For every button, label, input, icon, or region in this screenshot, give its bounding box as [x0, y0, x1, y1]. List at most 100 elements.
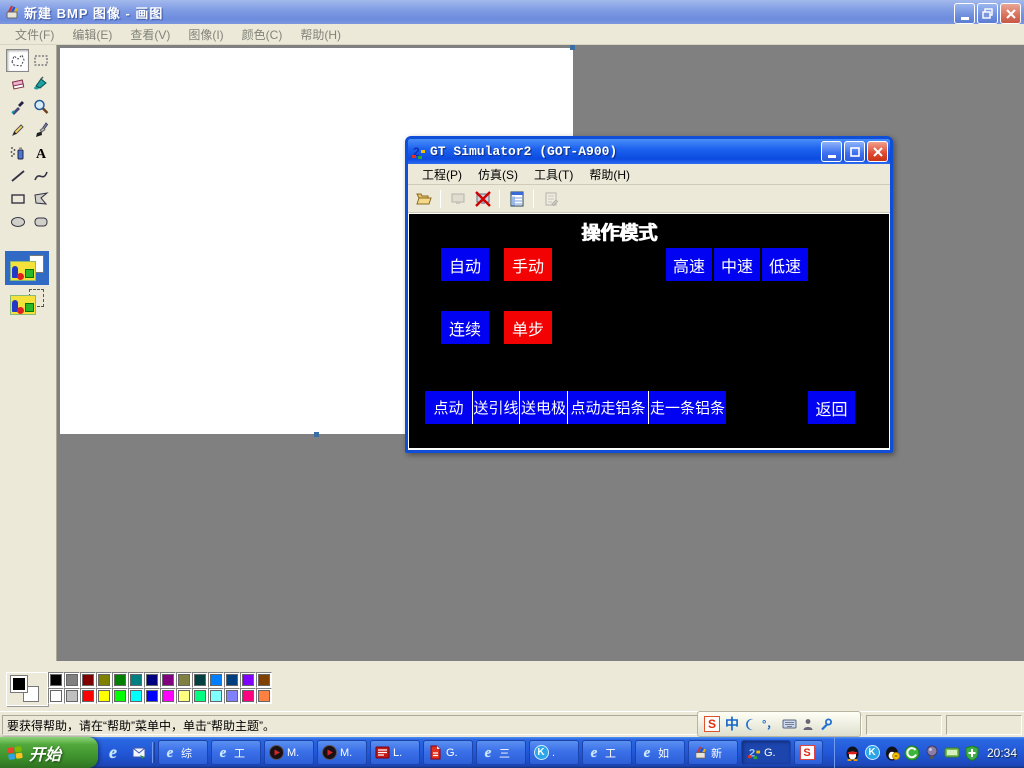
qq-music-icon[interactable]: [884, 745, 900, 761]
palette-color[interactable]: [256, 688, 272, 704]
menu-help[interactable]: 帮助(H): [291, 24, 350, 45]
tool-line[interactable]: [6, 164, 29, 187]
palette-color[interactable]: [144, 688, 160, 704]
palette-color[interactable]: [192, 672, 208, 688]
kugou-icon[interactable]: K: [864, 745, 880, 761]
clock[interactable]: 20:34: [987, 746, 1017, 760]
gt-titlebar[interactable]: 2 GT Simulator2 (GOT-A900): [408, 139, 890, 164]
palette-color[interactable]: [144, 672, 160, 688]
hmi-button-mid-speed[interactable]: 中速: [714, 248, 760, 281]
taskbar-button[interactable]: 新: [688, 740, 738, 765]
palette-color[interactable]: [128, 672, 144, 688]
taskbar-button-active[interactable]: 2G.: [741, 740, 791, 765]
taskbar-grip[interactable]: [152, 742, 155, 763]
fullwidth-moon-icon[interactable]: [744, 718, 757, 731]
option-opaque-selection[interactable]: [5, 251, 49, 285]
taskbar-button[interactable]: e综: [158, 740, 208, 765]
quick-launch-mail[interactable]: [128, 741, 150, 763]
device-monitor-button[interactable]: [505, 187, 528, 210]
hmi-button-continuous[interactable]: 连续: [441, 311, 489, 344]
palette-color[interactable]: [80, 688, 96, 704]
tool-curve[interactable]: [29, 164, 52, 187]
palette-color[interactable]: [192, 688, 208, 704]
tool-ellipse[interactable]: [6, 210, 29, 233]
taskbar-button[interactable]: L.: [370, 740, 420, 765]
paint-close-button[interactable]: [1000, 3, 1021, 24]
network-card-icon[interactable]: [944, 745, 960, 761]
webcam-icon[interactable]: [924, 745, 940, 761]
tool-pencil[interactable]: [6, 118, 29, 141]
hmi-button-jog-move-bar[interactable]: 点动走铝条: [568, 391, 648, 424]
palette-color[interactable]: [240, 688, 256, 704]
taskbar-button[interactable]: S: [794, 740, 823, 765]
simulate-stop-button[interactable]: [471, 187, 494, 210]
tool-select[interactable]: [29, 49, 52, 72]
tool-magnifier[interactable]: [29, 95, 52, 118]
hmi-button-move-one-bar[interactable]: 走一条铝条: [649, 391, 726, 424]
palette-color[interactable]: [128, 688, 144, 704]
paint-restore-button[interactable]: [977, 3, 998, 24]
tool-rounded-rectangle[interactable]: [29, 210, 52, 233]
menu-edit[interactable]: 编辑(E): [63, 24, 121, 45]
gt-menu-tools[interactable]: 工具(T): [526, 164, 581, 185]
menu-file[interactable]: 文件(F): [6, 24, 63, 45]
hmi-button-manual[interactable]: 手动: [504, 248, 552, 281]
palette-color[interactable]: [240, 672, 256, 688]
taskbar-button[interactable]: e工: [582, 740, 632, 765]
palette-color[interactable]: [96, 688, 112, 704]
palette-color[interactable]: [208, 672, 224, 688]
taskbar-button[interactable]: e工: [211, 740, 261, 765]
canvas-resize-handle[interactable]: [314, 432, 319, 437]
tool-rectangle[interactable]: [6, 187, 29, 210]
taskbar-button[interactable]: G.: [423, 740, 473, 765]
hmi-button-feed-lead-wire[interactable]: 送引线: [473, 391, 519, 424]
tool-fill-with-color[interactable]: [29, 72, 52, 95]
gt-maximize-button[interactable]: [844, 141, 865, 162]
palette-color[interactable]: [208, 688, 224, 704]
taskbar-button[interactable]: K.: [529, 740, 579, 765]
hmi-button-return[interactable]: 返回: [808, 391, 855, 424]
palette-color[interactable]: [160, 688, 176, 704]
palette-color[interactable]: [48, 688, 64, 704]
tool-text[interactable]: A: [29, 141, 52, 164]
hmi-button-single-step[interactable]: 单步: [504, 311, 552, 344]
gt-minimize-button[interactable]: [821, 141, 842, 162]
gt-menu-help[interactable]: 帮助(H): [581, 164, 638, 185]
tool-brush[interactable]: [29, 118, 52, 141]
palette-color[interactable]: [256, 672, 272, 688]
palette-color[interactable]: [96, 672, 112, 688]
palette-color[interactable]: [112, 672, 128, 688]
taskbar-button[interactable]: M.: [317, 740, 367, 765]
tool-pick-color[interactable]: [6, 95, 29, 118]
chinese-mode-icon[interactable]: 中: [725, 714, 739, 734]
palette-color[interactable]: [64, 672, 80, 688]
menu-colors[interactable]: 颜色(C): [233, 24, 292, 45]
hmi-button-auto[interactable]: 自动: [441, 248, 489, 281]
soft-keyboard-icon[interactable]: [782, 718, 797, 730]
menu-view[interactable]: 查看(V): [121, 24, 179, 45]
palette-color[interactable]: [224, 688, 240, 704]
gt-menu-project[interactable]: 工程(P): [414, 164, 470, 185]
shield-icon[interactable]: [964, 745, 980, 761]
skin-icon[interactable]: [802, 718, 814, 731]
palette-color[interactable]: [176, 688, 192, 704]
palette-color[interactable]: [160, 672, 176, 688]
hmi-button-low-speed[interactable]: 低速: [762, 248, 808, 281]
sogou-icon[interactable]: S: [704, 716, 720, 732]
tool-airbrush[interactable]: [6, 141, 29, 164]
palette-color[interactable]: [64, 688, 80, 704]
open-project-button[interactable]: [412, 187, 435, 210]
palette-color[interactable]: [48, 672, 64, 688]
360-icon[interactable]: [904, 745, 920, 761]
palette-color[interactable]: [176, 672, 192, 688]
gt-menu-simulate[interactable]: 仿真(S): [470, 164, 526, 185]
start-button[interactable]: 开始: [0, 737, 98, 768]
option-transparent-selection[interactable]: [5, 285, 49, 319]
color-indicator[interactable]: [6, 672, 48, 706]
gt-close-button[interactable]: [867, 141, 888, 162]
menu-image[interactable]: 图像(I): [179, 24, 232, 45]
tool-eraser[interactable]: [6, 72, 29, 95]
palette-color[interactable]: [224, 672, 240, 688]
quick-launch-ie[interactable]: e: [102, 741, 124, 763]
hmi-button-jog[interactable]: 点动: [425, 391, 472, 424]
